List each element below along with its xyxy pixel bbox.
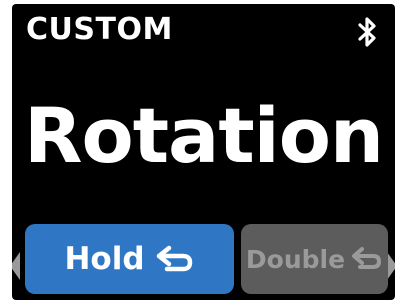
main-title: Rotation (23, 91, 384, 180)
hold-button-label: Hold (64, 241, 145, 277)
hold-button[interactable]: Hold (25, 224, 234, 294)
double-button[interactable]: Double (241, 224, 388, 294)
double-button-label: Double (245, 244, 346, 274)
previous-arrow-icon[interactable] (12, 252, 20, 280)
next-arrow-icon[interactable] (387, 252, 395, 280)
device-screen: CUSTOM Rotation Hold Double (12, 4, 395, 300)
mode-label: CUSTOM (26, 12, 173, 47)
bluetooth-icon (357, 16, 379, 48)
return-arrow-icon (155, 244, 195, 274)
return-arrow-icon (351, 246, 383, 272)
